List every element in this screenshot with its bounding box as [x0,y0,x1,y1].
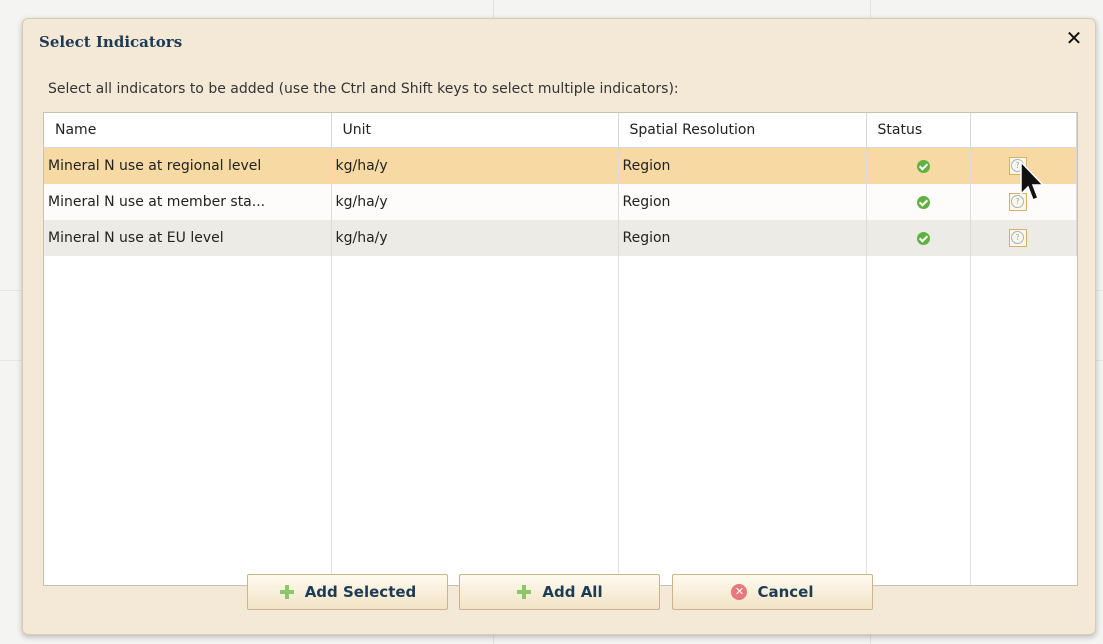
indicator-resolution: Region [618,147,867,184]
indicator-resolution: Region [618,220,867,256]
indicator-unit: kg/ha/y [331,184,619,220]
check-circle-icon [916,195,930,209]
column-divider [866,255,867,585]
column-header-name[interactable]: Name [44,113,332,148]
select-indicators-dialog: Select Indicators ✕ Select all indicator… [22,18,1096,635]
column-header-status[interactable]: Status [866,113,971,148]
mouse-cursor-icon [1020,160,1045,201]
indicator-name: Mineral N use at member sta... [44,184,332,220]
indicator-name: Mineral N use at EU level [44,220,332,256]
column-header-actions [970,113,1077,148]
check-circle-icon [916,231,930,245]
table-row[interactable]: Mineral N use at member sta... kg/ha/y R… [44,184,1077,220]
status-cell [866,147,971,184]
plus-icon [516,584,532,600]
close-icon[interactable]: ✕ [1063,27,1085,49]
status-cell [866,184,971,220]
indicator-resolution: Region [618,184,867,220]
empty-grid-area [44,255,1077,585]
help-icon[interactable]: ? [1008,229,1027,247]
check-circle-icon [916,159,930,173]
add-all-label: Add All [542,583,603,601]
dialog-title: Select Indicators [39,33,183,51]
instruction-text: Select all indicators to be added (use t… [48,81,679,97]
plus-icon [279,584,295,600]
indicator-name: Mineral N use at regional level [44,147,332,184]
table-header-row: Name Unit Spatial Resolution Status [44,113,1077,148]
indicator-unit: kg/ha/y [331,147,619,184]
column-divider [331,255,332,585]
column-divider [970,255,971,585]
indicators-grid: Name Unit Spatial Resolution Status Mine… [43,112,1078,586]
indicators-table: Name Unit Spatial Resolution Status Mine… [44,113,1077,256]
status-cell [866,220,971,256]
cancel-x-icon: ✕ [731,584,748,600]
table-row[interactable]: Mineral N use at regional level kg/ha/y … [44,147,1077,184]
cancel-button[interactable]: ✕ Cancel [672,574,873,610]
column-divider [618,255,619,585]
add-selected-label: Add Selected [304,583,417,601]
cancel-label: Cancel [757,583,814,601]
add-all-button[interactable]: Add All [459,574,660,610]
add-selected-button[interactable]: Add Selected [247,574,448,610]
column-header-spatial-resolution[interactable]: Spatial Resolution [618,113,867,148]
table-row[interactable]: Mineral N use at EU level kg/ha/y Region… [44,220,1077,256]
indicator-unit: kg/ha/y [331,220,619,256]
help-cell: ? [970,220,1077,256]
column-header-unit[interactable]: Unit [331,113,619,148]
